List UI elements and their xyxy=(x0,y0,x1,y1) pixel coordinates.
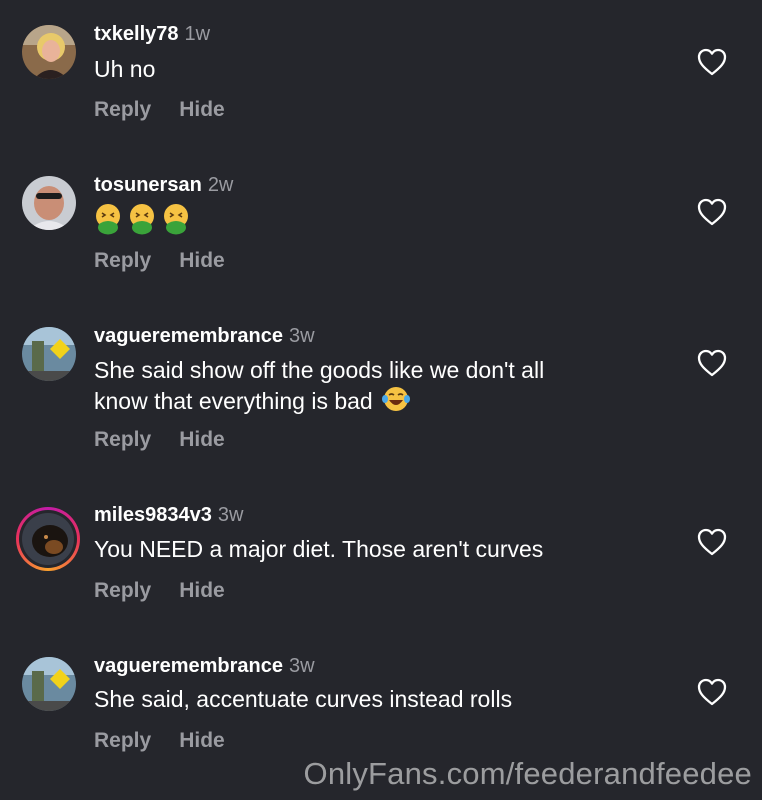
avatar[interactable] xyxy=(22,25,76,79)
reply-button[interactable]: Reply xyxy=(94,428,151,451)
profile-photo-icon xyxy=(22,176,76,230)
comment-text-line: She said show off the goods like we don'… xyxy=(94,357,545,383)
username-link[interactable]: tosunersan xyxy=(94,174,202,196)
tears-of-joy-icon xyxy=(382,387,411,411)
comment-text: You NEED a major diet. Those aren't curv… xyxy=(94,536,544,562)
comment-actions: Reply Hide xyxy=(94,428,225,452)
hide-button[interactable]: Hide xyxy=(179,579,225,602)
timestamp: 3w xyxy=(288,325,315,347)
comment-text xyxy=(94,203,654,235)
timestamp: 3w xyxy=(288,655,315,677)
comment-text: Uh no xyxy=(94,56,156,82)
nauseated-face-icon xyxy=(164,204,188,235)
hide-button[interactable]: Hide xyxy=(179,249,225,272)
watermark: OnlyFans.com/feederandfeedee xyxy=(303,756,752,791)
comment-meta: vagueremembrance 3w xyxy=(94,654,315,678)
comment-actions: Reply Hide xyxy=(94,98,225,122)
avatar-story-ring[interactable] xyxy=(16,507,80,571)
reply-button[interactable]: Reply xyxy=(94,249,151,272)
hide-button[interactable]: Hide xyxy=(179,98,225,121)
comment-actions: Reply Hide xyxy=(94,729,225,753)
reply-button[interactable]: Reply xyxy=(94,579,151,602)
comment-meta: miles9834v3 3w xyxy=(94,503,243,527)
reply-button[interactable]: Reply xyxy=(94,729,151,752)
nauseated-face-icon xyxy=(130,204,154,235)
nauseated-face-icon xyxy=(96,204,120,235)
profile-photo-icon xyxy=(22,513,74,565)
avatar[interactable] xyxy=(22,327,76,381)
timestamp: 2w xyxy=(207,174,234,196)
reply-button[interactable]: Reply xyxy=(94,98,151,121)
comment-meta: vagueremembrance 3w xyxy=(94,324,315,348)
avatar[interactable] xyxy=(22,657,76,711)
avatar[interactable] xyxy=(22,176,76,230)
comment-text-line-2: know that everything is bad xyxy=(94,388,373,414)
comment-actions: Reply Hide xyxy=(94,579,225,603)
username-link[interactable]: vagueremembrance xyxy=(94,325,283,347)
avatar xyxy=(19,510,77,568)
timestamp: 1w xyxy=(184,23,211,45)
heart-icon[interactable] xyxy=(697,528,727,556)
comment-meta: txkelly78 1w xyxy=(94,22,210,46)
profile-photo-icon xyxy=(22,327,76,381)
hide-button[interactable]: Hide xyxy=(179,428,225,451)
heart-icon[interactable] xyxy=(697,349,727,377)
username-link[interactable]: vagueremembrance xyxy=(94,655,283,677)
comment-actions: Reply Hide xyxy=(94,249,225,273)
comment-meta: tosunersan 2w xyxy=(94,173,233,197)
comment-text: She said, accentuate curves instead roll… xyxy=(94,686,513,712)
heart-icon[interactable] xyxy=(697,198,727,226)
heart-icon[interactable] xyxy=(697,678,727,706)
profile-photo-icon xyxy=(22,25,76,79)
username-link[interactable]: txkelly78 xyxy=(94,23,179,45)
username-link[interactable]: miles9834v3 xyxy=(94,504,212,526)
timestamp: 3w xyxy=(217,504,244,526)
profile-photo-icon xyxy=(22,657,76,711)
heart-icon[interactable] xyxy=(697,48,727,76)
comment-text-line: know that everything is bad xyxy=(94,385,654,416)
hide-button[interactable]: Hide xyxy=(179,729,225,752)
comment-text: She said show off the goods like we don'… xyxy=(94,356,654,416)
